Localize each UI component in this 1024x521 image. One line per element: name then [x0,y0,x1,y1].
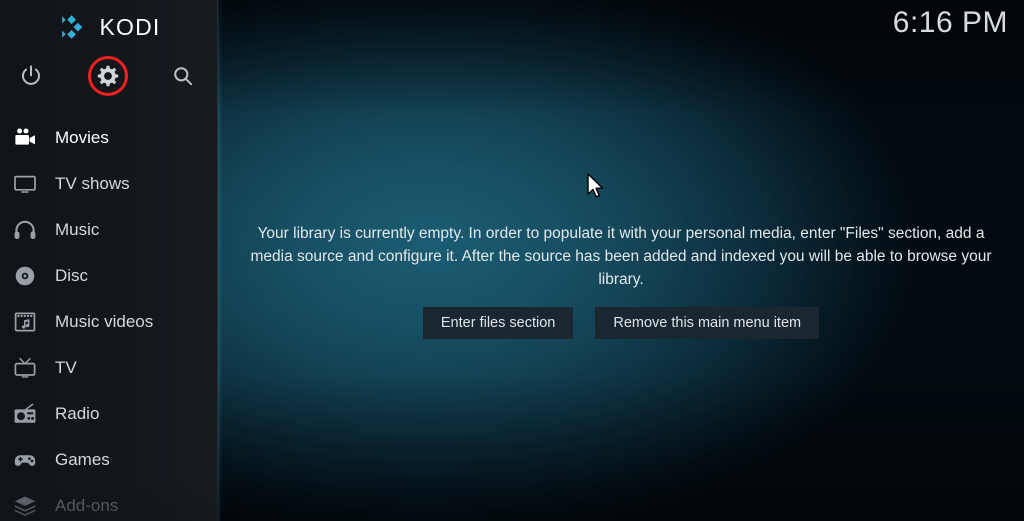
mouse-cursor [587,173,604,198]
addon-box-icon [8,494,42,518]
sidebar-item-label: Games [55,450,110,469]
sidebar-item-tv[interactable]: TV [0,345,218,391]
enter-files-section-button[interactable]: Enter files section [422,307,574,339]
sidebar-item-add-ons[interactable]: Add-ons [0,483,218,521]
kodi-window: 6:16 PM Your library is currently empty.… [0,0,1024,521]
sidebar-item-movies[interactable]: Movies [0,115,218,161]
main-content-area: 6:16 PM Your library is currently empty.… [218,0,1024,521]
clock: 6:16 PM [892,6,1008,39]
settings-button[interactable] [86,54,130,98]
gear-icon [97,65,119,87]
sidebar-item-music[interactable]: Music [0,207,218,253]
sidebar-item-tv-shows[interactable]: TV shows [0,161,218,207]
kodi-logo-icon [62,15,83,39]
gamepad-icon [8,448,42,472]
sidebar-item-label: Music [55,220,100,239]
empty-library-message: Your library is currently empty. In orde… [250,225,992,288]
search-button[interactable] [161,54,205,98]
television-icon [8,172,42,196]
sidebar-actions [0,54,218,98]
app-logo[interactable]: KODI [0,8,218,46]
search-icon [174,67,193,86]
remove-main-menu-item-button[interactable]: Remove this main menu item [595,307,820,339]
power-button[interactable] [9,54,53,98]
sidebar-menu: Movies TV shows Music Disc Music videos … [0,115,218,521]
empty-library-panel: Your library is currently empty. In orde… [218,222,1024,339]
sidebar-item-label: Disc [55,266,89,285]
app-logo-text: KODI [99,14,161,40]
empty-library-actions: Enter files section Remove this main men… [218,307,1024,339]
sidebar-item-music-videos[interactable]: Music videos [0,299,218,345]
movie-camera-icon [8,126,42,150]
sidebar-item-label: Add-ons [55,496,119,515]
sidebar-item-radio[interactable]: Radio [0,391,218,437]
sidebar-item-label: TV shows [55,174,130,193]
sidebar-item-label: TV [55,358,77,377]
sidebar: KODI Movies TV shows Music Disc Music vi… [0,0,218,521]
disc-icon [8,264,42,288]
power-icon [22,65,40,85]
film-note-icon [8,310,42,334]
sidebar-item-label: Radio [55,404,100,423]
sidebar-item-games[interactable]: Games [0,437,218,483]
radio-icon [8,402,42,426]
retro-tv-icon [8,356,42,380]
headphones-icon [8,218,42,242]
sidebar-item-label: Movies [55,128,109,147]
sidebar-item-label: Music videos [55,312,154,331]
sidebar-item-disc[interactable]: Disc [0,253,218,299]
